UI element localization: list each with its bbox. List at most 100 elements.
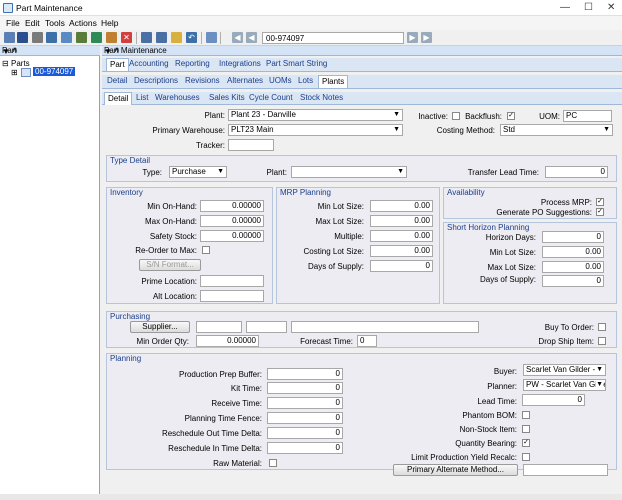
- inactive-checkbox[interactable]: [452, 112, 460, 120]
- menu-actions[interactable]: Actions: [69, 18, 97, 28]
- forecast-time-input[interactable]: 0: [357, 335, 377, 347]
- tab-alternates[interactable]: Alternates: [224, 75, 266, 88]
- tab-accounting[interactable]: Accounting: [126, 58, 172, 71]
- tree-expand-icon[interactable]: ⊞: [11, 68, 18, 77]
- note-icon[interactable]: [106, 32, 117, 43]
- pin-icon[interactable]: ▼ ׯ: [104, 46, 619, 57]
- new-icon[interactable]: [4, 32, 15, 43]
- tab-list[interactable]: List: [133, 92, 151, 105]
- uom-input[interactable]: PC: [563, 110, 612, 122]
- print-icon[interactable]: [32, 32, 43, 43]
- primary-warehouse-select[interactable]: PLT23 Main ▼: [228, 124, 403, 136]
- kit-time-input[interactable]: 0: [267, 382, 343, 394]
- tab-plant-detail[interactable]: Detail: [104, 92, 133, 105]
- tab-reporting[interactable]: Reporting: [172, 58, 213, 71]
- lead-time-input[interactable]: 0: [522, 394, 585, 406]
- max-on-hand-input[interactable]: 0.00000: [200, 215, 264, 227]
- copy-icon[interactable]: [156, 32, 167, 43]
- attach-icon[interactable]: [76, 32, 87, 43]
- reorder-to-max-checkbox[interactable]: [202, 246, 210, 254]
- supplier-button[interactable]: Supplier...: [130, 321, 190, 333]
- horizon-days-input[interactable]: 0: [542, 231, 604, 243]
- raw-material-checkbox[interactable]: [269, 459, 277, 467]
- prev-record-icon[interactable]: ◀: [246, 32, 257, 43]
- primary-alternate-method-input[interactable]: [523, 464, 608, 476]
- receive-time-input[interactable]: 0: [267, 397, 343, 409]
- costing-method-select[interactable]: Std ▼: [500, 124, 613, 136]
- prod-prep-buffer-input[interactable]: 0: [267, 368, 343, 380]
- planning-fence-input[interactable]: 0: [267, 412, 343, 424]
- sh-min-lot-input[interactable]: 0.00: [542, 246, 604, 258]
- tab-detail[interactable]: Detail: [104, 75, 130, 88]
- email-icon[interactable]: [46, 32, 57, 43]
- sn-format-button[interactable]: S/N Format...: [139, 259, 201, 271]
- safety-stock-input[interactable]: 0.00000: [200, 230, 264, 242]
- tree-item-part[interactable]: 00-974097: [33, 67, 76, 76]
- tab-descriptions[interactable]: Descriptions: [131, 75, 181, 88]
- menu-edit[interactable]: Edit: [25, 18, 40, 28]
- planner-select[interactable]: PW - Scarlet Van Gilde ▼: [523, 379, 606, 391]
- tracker-input[interactable]: [228, 139, 274, 151]
- paste-icon[interactable]: [171, 32, 182, 43]
- phantom-bom-checkbox[interactable]: [522, 411, 530, 419]
- refresh-icon[interactable]: [61, 32, 72, 43]
- limit-prod-yield-checkbox[interactable]: [522, 453, 530, 461]
- close-icon[interactable]: ✕: [607, 2, 615, 13]
- alt-location-input[interactable]: [200, 290, 264, 302]
- transfer-lead-time-input[interactable]: 0: [545, 166, 608, 178]
- tab-uoms[interactable]: UOMs: [266, 75, 295, 88]
- mrp-days-supply-input[interactable]: 0: [370, 260, 433, 272]
- tab-plants[interactable]: Plants: [318, 75, 349, 88]
- drop-ship-checkbox[interactable]: [598, 337, 606, 345]
- tab-warehouses[interactable]: Warehouses: [152, 92, 203, 105]
- prime-location-input[interactable]: [200, 275, 264, 287]
- non-stock-checkbox[interactable]: [522, 425, 530, 433]
- tab-lots[interactable]: Lots: [295, 75, 316, 88]
- search-icon[interactable]: [206, 32, 217, 43]
- plant-select[interactable]: Plant 23 - Danville ▼: [228, 109, 403, 121]
- type-plant-select[interactable]: ▼: [291, 166, 407, 178]
- reschedule-in-input[interactable]: 0: [267, 442, 343, 454]
- costing-lot-input[interactable]: 0.00: [370, 245, 433, 257]
- first-record-icon[interactable]: ◀: [232, 32, 243, 43]
- reschedule-out-input[interactable]: 0: [267, 427, 343, 439]
- next-record-icon[interactable]: ▶: [407, 32, 418, 43]
- generate-po-checkbox[interactable]: ✓: [596, 208, 604, 216]
- min-order-qty-input[interactable]: 0.00000: [196, 335, 259, 347]
- tab-part-smart-string[interactable]: Part Smart String: [263, 58, 330, 71]
- minimize-icon[interactable]: —: [560, 2, 570, 13]
- menu-help[interactable]: Help: [101, 18, 118, 28]
- sh-days-supply-input[interactable]: 0: [542, 275, 604, 287]
- clipboard-icon[interactable]: [91, 32, 102, 43]
- type-select[interactable]: Purchase ▼: [169, 166, 227, 178]
- tab-integrations[interactable]: Integrations: [216, 58, 264, 71]
- buy-to-order-checkbox[interactable]: [598, 323, 606, 331]
- sh-max-lot-input[interactable]: 0.00: [542, 261, 604, 273]
- maximize-icon[interactable]: ☐: [584, 2, 593, 13]
- menu-file[interactable]: File: [6, 18, 20, 28]
- undo-icon[interactable]: ↶: [186, 32, 197, 43]
- mrp-max-lot-input[interactable]: 0.00: [370, 215, 433, 227]
- part-combo[interactable]: 00-974097: [262, 32, 404, 44]
- cut-icon[interactable]: [141, 32, 152, 43]
- supplier-plant-input[interactable]: [246, 321, 287, 333]
- save-icon[interactable]: [17, 32, 28, 43]
- multiple-input[interactable]: 0.00: [370, 230, 433, 242]
- process-mrp-checkbox[interactable]: ✓: [596, 198, 604, 206]
- tab-cycle-count[interactable]: Cycle Count: [246, 92, 296, 105]
- delete-icon[interactable]: ✕: [121, 32, 132, 43]
- tab-sales-kits[interactable]: Sales Kits: [206, 92, 248, 105]
- backflush-checkbox[interactable]: ✓: [507, 112, 515, 120]
- mrp-min-lot-input[interactable]: 0.00: [370, 200, 433, 212]
- buyer-select[interactable]: Scarlet Van Gilder - F ▼: [523, 364, 606, 376]
- primary-alternate-method-button[interactable]: Primary Alternate Method...: [393, 464, 518, 476]
- quantity-bearing-checkbox[interactable]: ✓: [522, 439, 530, 447]
- tree-collapse-icon[interactable]: ⊟: [2, 59, 9, 68]
- tree-root[interactable]: Parts: [11, 59, 30, 68]
- last-record-icon[interactable]: ▶: [421, 32, 432, 43]
- supplier-name-input[interactable]: [291, 321, 479, 333]
- supplier-id-input[interactable]: [196, 321, 242, 333]
- min-on-hand-input[interactable]: 0.00000: [200, 200, 264, 212]
- menu-tools[interactable]: Tools: [45, 18, 65, 28]
- tab-revisions[interactable]: Revisions: [182, 75, 223, 88]
